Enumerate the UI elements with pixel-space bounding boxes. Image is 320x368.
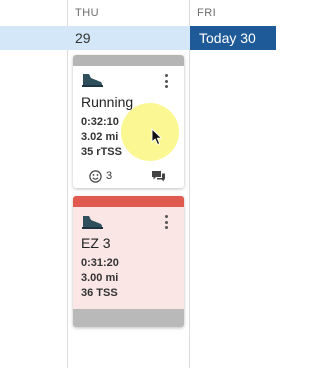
workout-tss: 35 rTSS bbox=[81, 146, 122, 158]
workout-title: Running bbox=[81, 94, 134, 110]
workout-distance: 3.02 mi bbox=[81, 131, 119, 143]
workout-duration: 0:31:20 bbox=[81, 257, 119, 269]
workout-menu-button[interactable] bbox=[163, 215, 169, 233]
running-shoe-icon bbox=[82, 74, 103, 87]
mouse-cursor-icon bbox=[151, 128, 162, 145]
smiley-count: 3 bbox=[106, 170, 113, 182]
workout-menu-button[interactable] bbox=[163, 74, 169, 92]
comments-icon[interactable] bbox=[151, 170, 166, 182]
workout-duration: 0:32:10 bbox=[81, 116, 119, 128]
today-date-label: Today 30 bbox=[199, 30, 256, 46]
column-divider bbox=[67, 0, 68, 368]
column-divider bbox=[189, 0, 190, 368]
workout-status-strip bbox=[73, 55, 184, 66]
workout-card-footer bbox=[73, 309, 184, 327]
date-thu[interactable]: 29 bbox=[75, 30, 91, 46]
workout-distance: 3.00 mi bbox=[81, 272, 119, 284]
smiley-icon[interactable] bbox=[89, 170, 102, 183]
workout-status-strip bbox=[73, 196, 184, 207]
day-header-thu: THU bbox=[75, 7, 100, 19]
workout-card-ez3[interactable]: EZ 3 0:31:20 3.00 mi 36 TSS bbox=[73, 196, 184, 327]
workout-tss: 36 TSS bbox=[81, 287, 118, 299]
running-shoe-icon bbox=[82, 216, 103, 229]
workout-title: EZ 3 bbox=[81, 235, 111, 251]
click-highlight bbox=[121, 103, 179, 161]
day-header-fri: FRI bbox=[197, 7, 217, 19]
